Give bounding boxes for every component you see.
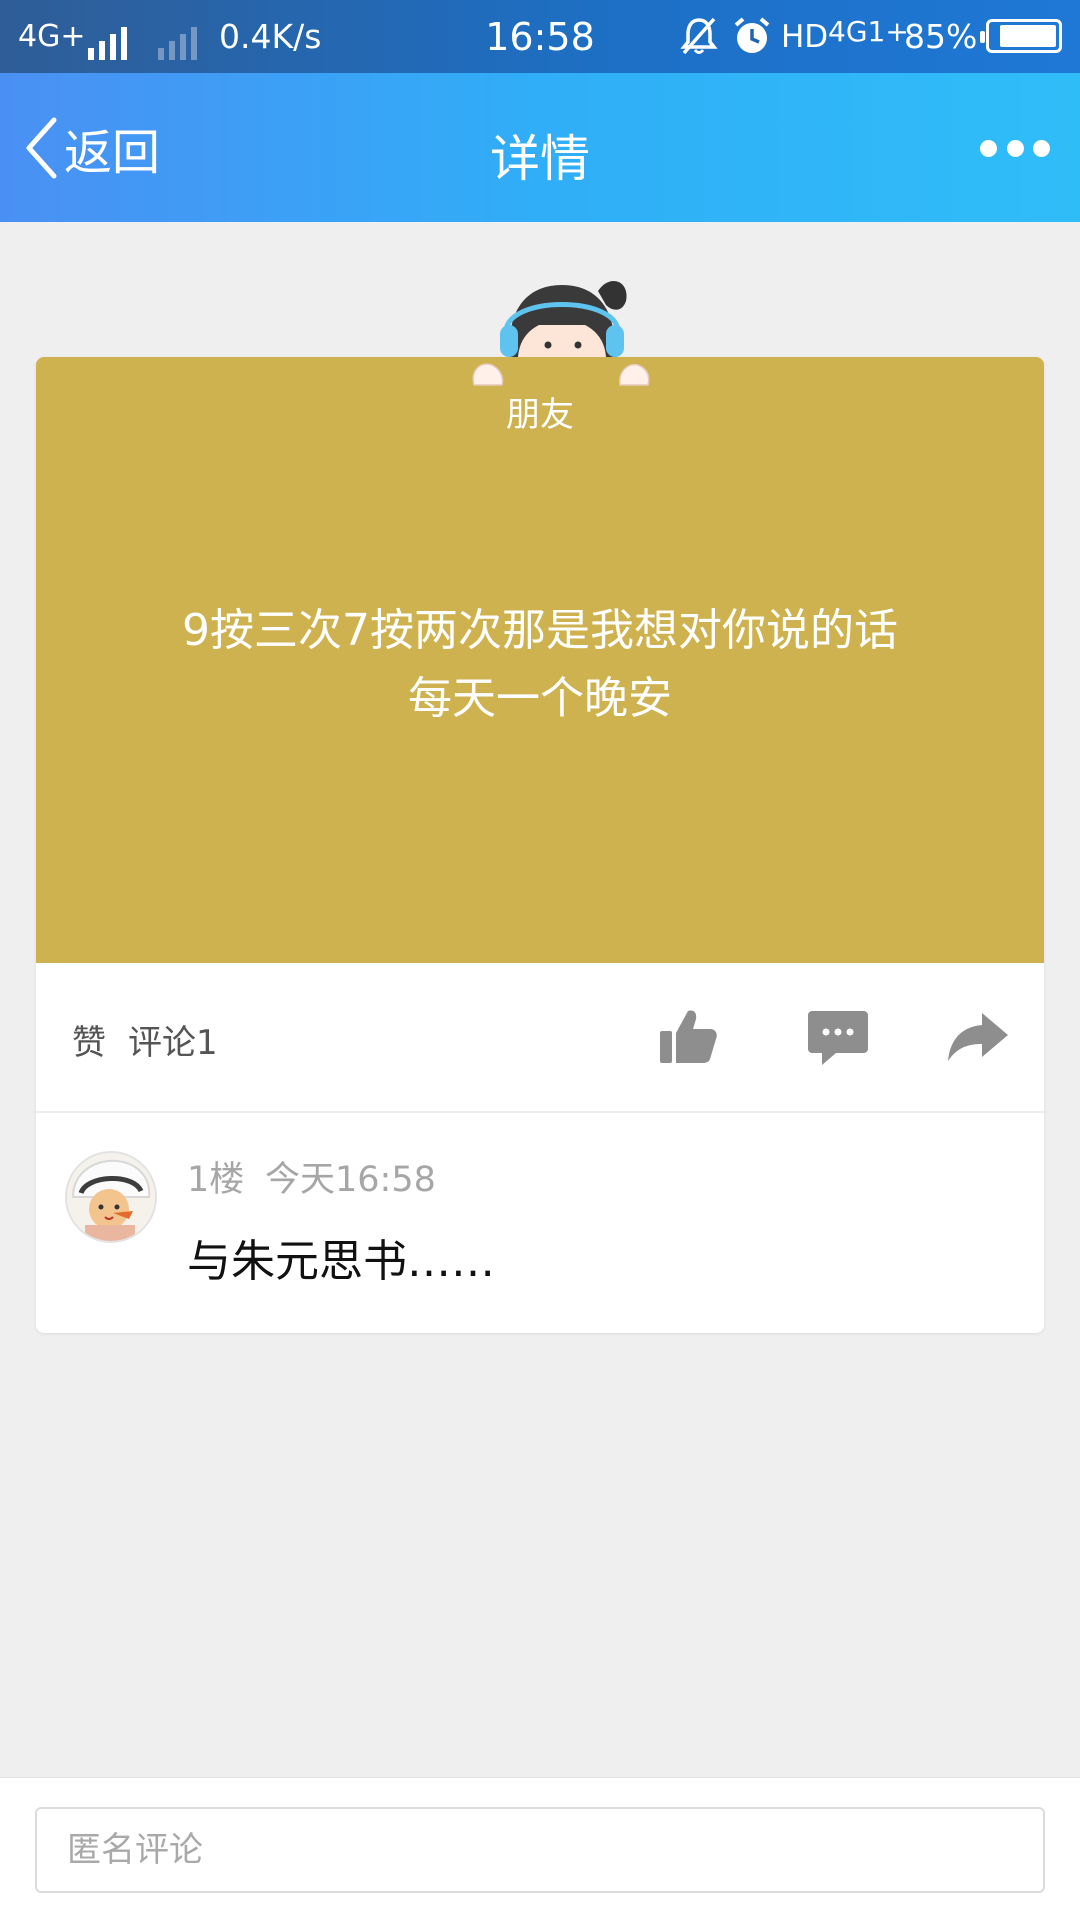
nav-bar: 返回 详情 (0, 73, 1080, 222)
more-dot-icon (1006, 139, 1024, 157)
post-tag: 朋友 (506, 395, 574, 435)
share-arrow-icon (948, 1013, 1008, 1061)
status-bar: 4G+ 0.4K/s 16:58 HD 4G1+ 85% (0, 0, 1080, 73)
battery-icon (980, 19, 1062, 53)
girl-mascot-icon (472, 280, 650, 386)
comment-button[interactable] (806, 1005, 870, 1069)
comment-input-bar (0, 1777, 1080, 1920)
more-dot-icon (1033, 139, 1050, 157)
comment-text: 与朱元思书…… (187, 1236, 495, 1287)
thumbs-up-icon (660, 1010, 717, 1063)
network-type-secondary: 4G1+ (828, 15, 909, 48)
comment-item: 1楼 今天16:58 与朱元思书…… (36, 1113, 1044, 1333)
alarm-clock-icon (733, 16, 771, 65)
avatar[interactable] (65, 1151, 157, 1243)
more-dot-icon (980, 139, 997, 157)
battery-percent: 85% (904, 17, 978, 56)
anonymous-comment-input[interactable] (35, 1807, 1045, 1893)
back-button[interactable]: 返回 (24, 113, 160, 183)
chevron-left-icon (26, 117, 57, 179)
comment-timestamp: 今天16:58 (265, 1160, 436, 1200)
post-banner: 朋友 9按三次7按两次那是我想对你说的话 每天一个晚安 (36, 357, 1044, 963)
like-count-label[interactable]: 赞 (72, 1015, 106, 1064)
page-title: 详情 (490, 130, 590, 188)
post-text: 9按三次7按两次那是我想对你说的话 每天一个晚安 (182, 605, 898, 724)
comment-floor: 1楼 (187, 1160, 245, 1200)
more-options-button[interactable] (980, 133, 1050, 163)
mute-bell-icon (680, 16, 718, 65)
comment-count-label[interactable]: 评论1 (128, 1015, 218, 1064)
speech-bubble-icon (808, 1011, 868, 1065)
hd-indicator: HD (781, 19, 829, 55)
back-label: 返回 (64, 125, 161, 181)
post-card: 朋友 9按三次7按两次那是我想对你说的话 每天一个晚安 赞 评论1 1楼 今天1… (36, 280, 1044, 1333)
share-button[interactable] (946, 1005, 1010, 1069)
action-row: 赞 评论1 (36, 963, 1044, 1113)
like-button[interactable] (656, 1005, 720, 1069)
commenter-avatar-icon (67, 1153, 155, 1241)
